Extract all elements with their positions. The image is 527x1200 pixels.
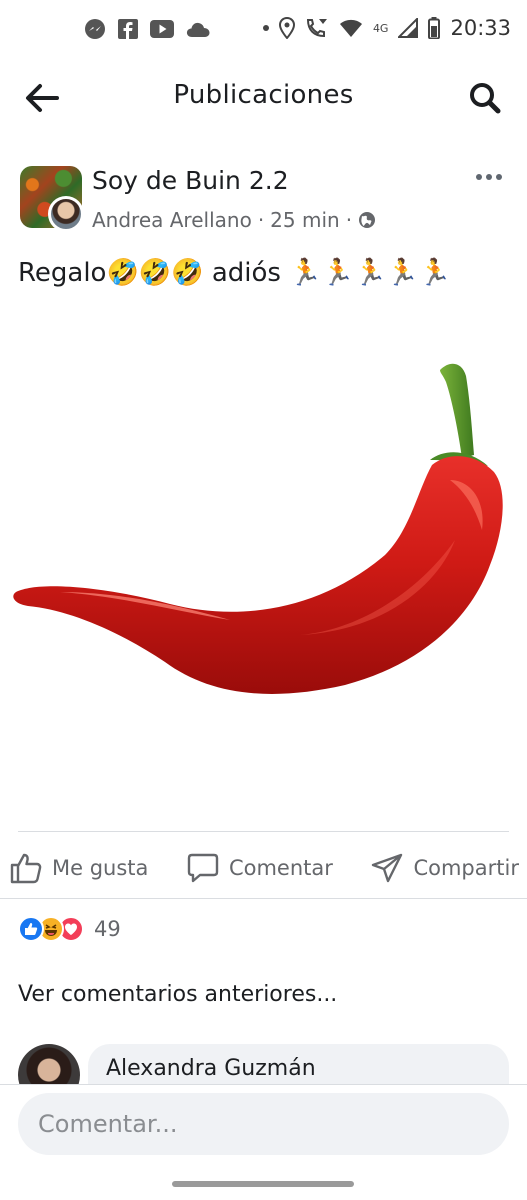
- share-label: Compartir: [413, 856, 519, 880]
- like-button[interactable]: Me gusta: [10, 852, 148, 884]
- location-icon: [278, 17, 295, 39]
- group-name-link[interactable]: Soy de Buin 2.2: [92, 166, 289, 195]
- post-text: Regalo🤣🤣🤣 adiós 🏃🏃🏃🏃🏃: [18, 258, 452, 288]
- wifi-icon: [339, 19, 362, 37]
- reactions-summary[interactable]: 49: [18, 916, 121, 942]
- author-avatar[interactable]: [48, 196, 84, 232]
- meta-separator-2: ·: [345, 208, 353, 232]
- battery-icon: [428, 17, 441, 39]
- author-name-link[interactable]: Andrea Arellano: [92, 208, 252, 232]
- status-bar: 4G 20:33: [0, 0, 527, 62]
- comment-bubble-icon: [187, 853, 219, 883]
- post-image[interactable]: [0, 330, 527, 800]
- post-actions: Me gusta Comentar Compartir: [10, 840, 519, 896]
- chili-pepper-image: [13, 363, 503, 694]
- share-arrow-icon: [372, 853, 403, 883]
- post-meta: Andrea Arellano · 25 min ·: [92, 208, 376, 232]
- youtube-icon: [150, 20, 174, 38]
- notification-icons: [84, 18, 210, 40]
- comment-button[interactable]: Comentar: [187, 852, 333, 884]
- system-icons: 4G 20:33: [262, 16, 511, 40]
- comment-bubble[interactable]: Alexandra Guzmán: [88, 1044, 509, 1084]
- home-indicator[interactable]: [172, 1181, 354, 1187]
- messenger-icon: [85, 19, 105, 39]
- comment-input[interactable]: [18, 1093, 509, 1155]
- globe-icon: [359, 212, 376, 228]
- cloud-icon: [186, 22, 210, 37]
- facebook-icon: [118, 19, 138, 39]
- signal-icon: [398, 18, 419, 38]
- post-header: Soy de Buin 2.2 Andrea Arellano · 25 min…: [18, 160, 509, 240]
- view-previous-comments-link[interactable]: Ver comentarios anteriores...: [18, 982, 337, 1007]
- meta-separator: ·: [257, 208, 265, 232]
- divider-bottom: [0, 898, 527, 899]
- comment-composer: [0, 1084, 527, 1200]
- app-header: Publicaciones: [0, 62, 527, 134]
- post-time[interactable]: 25 min: [270, 208, 340, 232]
- divider-top: [18, 831, 509, 832]
- more-options-button[interactable]: [469, 160, 509, 194]
- comment-item: Alexandra Guzmán: [18, 1044, 509, 1084]
- status-time: 20:33: [450, 16, 511, 40]
- notification-dot-icon: [262, 25, 269, 31]
- reaction-count: 49: [94, 917, 121, 941]
- like-label: Me gusta: [52, 856, 149, 880]
- thumbs-up-icon: [10, 853, 42, 884]
- wifi-call-icon: [306, 19, 327, 38]
- like-reaction-icon: [18, 916, 44, 942]
- share-button[interactable]: Compartir: [371, 852, 519, 884]
- comment-label: Comentar: [228, 856, 333, 880]
- search-icon: [470, 83, 501, 114]
- search-button[interactable]: [465, 78, 505, 118]
- page-title: Publicaciones: [173, 80, 354, 110]
- commenter-avatar[interactable]: [18, 1044, 80, 1084]
- network-type-label: 4G: [372, 21, 389, 35]
- more-dots-icon: [476, 174, 502, 180]
- commenter-name[interactable]: Alexandra Guzmán: [106, 1056, 316, 1081]
